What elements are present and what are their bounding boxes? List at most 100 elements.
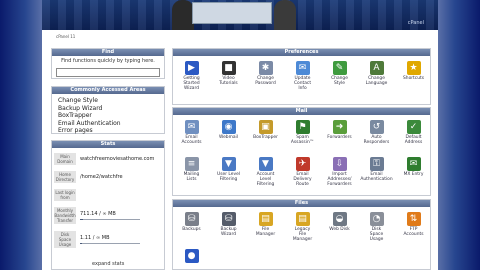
tile-autoresponder[interactable]: ↺ Auto Responders	[358, 120, 395, 145]
tile-file-manager[interactable]: ▤ File Manager	[247, 212, 284, 237]
mail-panel: Mail ✉ Email Accounts ◉ Webmail ▣ BoxTrapper ⚑…	[172, 107, 431, 196]
banner-figure-right	[274, 0, 296, 30]
tile-label: Shortcuts	[403, 76, 424, 81]
stats-title: Stats	[52, 141, 164, 148]
ftp-icon: ⇅	[406, 212, 421, 226]
tile-forwarders[interactable]: ➜ Forwarders	[321, 120, 358, 140]
banner-desk	[192, 2, 272, 24]
tile-star[interactable]: ★ Shortcuts	[395, 61, 432, 81]
stat-label: Last login from	[54, 189, 76, 201]
find-input[interactable]	[56, 68, 160, 77]
autoresponder-icon: ↺	[369, 120, 384, 134]
accessed-link-boxtrapper[interactable]: BoxTrapper	[58, 112, 158, 120]
import-icon: ⇩	[332, 157, 347, 171]
tile-label: Change Password	[255, 76, 276, 86]
account-filter-icon: ▼	[258, 157, 273, 171]
tile-label: Auto Responders	[363, 135, 390, 145]
header-banner: cPanel	[42, 0, 438, 30]
tile-label: Import Addresses/ Forwarders	[327, 172, 352, 187]
star-icon: ★	[406, 61, 421, 75]
tile-label: Email Delivery Route	[293, 172, 312, 187]
tile-backup-wizard[interactable]: ⛁ Backup Wizard	[210, 212, 247, 237]
accessed-link-email-authentication[interactable]: Email Authentication	[58, 120, 158, 128]
mailing-lists-icon: ≡	[184, 157, 199, 171]
accessed-link-error-pages[interactable]: Error pages	[58, 127, 158, 135]
find-panel-title: Find	[52, 49, 164, 56]
style-icon: ✎	[332, 61, 347, 75]
tile-account-filter[interactable]: ▼ Account Level Filtering	[247, 157, 284, 187]
files-title: Files	[173, 200, 430, 207]
default-address-icon: ✓	[406, 120, 421, 134]
tile-video[interactable]: ■ Video Tutorials	[210, 61, 247, 86]
tile-boxtrapper[interactable]: ▣ BoxTrapper	[247, 120, 284, 140]
top-navigation[interactable]: cPanel 11	[50, 31, 432, 41]
tile-disk-usage[interactable]: ◔ Disk Space Usage	[358, 212, 395, 242]
tile-style[interactable]: ✎ Change Style	[321, 61, 358, 86]
tile-label: User Level Filtering	[217, 172, 240, 182]
password-icon: ✱	[258, 61, 273, 75]
mail-title: Mail	[173, 108, 430, 115]
stat-label: Disk Space Usage	[54, 231, 76, 248]
tile-label: Getting Started Wizard	[183, 76, 200, 91]
legacy-file-manager-icon: ▤	[295, 212, 310, 226]
tile-backups[interactable]: ⛁ Backups	[173, 212, 210, 232]
tile-label: Legacy File Manager	[292, 227, 313, 242]
commonly-accessed-list: Change Style Backup Wizard BoxTrapper Em…	[52, 94, 164, 138]
tile-ftp[interactable]: ⇅ FTP Accounts	[395, 212, 432, 237]
commonly-accessed-title: Commonly Accessed Areas	[52, 87, 164, 94]
tile-label: FTP Accounts	[403, 227, 424, 237]
web-disk-icon: ◒	[332, 212, 347, 226]
tile-label: BoxTrapper	[253, 135, 278, 140]
tile-label: Backup Wizard	[220, 227, 237, 237]
tile-legacy-file-manager[interactable]: ▤ Legacy File Manager	[284, 212, 321, 242]
bandwidth-progress-bar	[80, 219, 140, 220]
stat-label: Main Domain	[54, 153, 76, 165]
tile-user-filter[interactable]: ▼ User Level Filtering	[210, 157, 247, 182]
tile-language[interactable]: A Change Language	[358, 61, 395, 86]
expand-stats-link[interactable]: expand stats	[92, 261, 124, 267]
tile-password[interactable]: ✱ Change Password	[247, 61, 284, 86]
tile-import[interactable]: ⇩ Import Addresses/ Forwarders	[321, 157, 358, 187]
right-background-bar	[438, 0, 480, 270]
tile-label: Change Language	[365, 76, 388, 86]
tile-default-address[interactable]: ✓ Default Address	[395, 120, 432, 145]
preferences-panel: Preferences ▶ Getting Started Wizard ■ Vide…	[172, 48, 431, 105]
tile-label: Spam Assassin™	[290, 135, 315, 145]
forwarders-icon: ➜	[332, 120, 347, 134]
tile-label: Email Authentication	[360, 172, 393, 182]
delivery-route-icon: ✈	[295, 157, 310, 171]
tile-label: File Manager	[255, 227, 276, 237]
tile-label: Disk Space Usage	[369, 227, 384, 242]
contact-icon: ✉	[295, 61, 310, 75]
disk-progress-fill	[80, 243, 82, 244]
tile-email-auth[interactable]: ⚿ Email Authentication	[358, 157, 395, 182]
tile-label: Default Address	[404, 135, 423, 145]
tile-mailing-lists[interactable]: ≡ Mailing Lists	[173, 157, 210, 182]
accessed-link-change-style[interactable]: Change Style	[58, 97, 158, 105]
banner-figure-left	[172, 0, 194, 30]
files-panel: Files ⛁ Backups ⛁ Backup Wizard ▤ File Manage…	[172, 199, 431, 270]
disk-usage-icon: ◔	[369, 212, 384, 226]
tile-spam[interactable]: ⚑ Spam Assassin™	[284, 120, 321, 145]
tile-web-disk[interactable]: ◒ Web Disk	[321, 212, 358, 232]
tile-label: Mailing Lists	[183, 172, 200, 182]
tile-contact[interactable]: ✉ Update Contact Info	[284, 61, 321, 91]
tile-label: Account Level Filtering	[256, 172, 275, 187]
stats-panel: Stats Main Domain watchfreemoviesathome.…	[51, 140, 165, 270]
tile-delivery-route[interactable]: ✈ Email Delivery Route	[284, 157, 321, 187]
tile-webmail[interactable]: ◉ Webmail	[210, 120, 247, 140]
tile-email-accounts[interactable]: ✉ Email Accounts	[173, 120, 210, 145]
tile-ftp-session[interactable]: ●	[173, 249, 210, 264]
disk-progress-bar	[80, 243, 140, 244]
tile-label: Backups	[182, 227, 201, 232]
commonly-accessed-panel: Commonly Accessed Areas Change Style Bac…	[51, 86, 165, 134]
stat-value: 711.14 / ∞ MB	[80, 211, 116, 217]
ftp-session-icon: ●	[184, 249, 199, 263]
boxtrapper-icon: ▣	[258, 120, 273, 134]
tile-wizard[interactable]: ▶ Getting Started Wizard	[173, 61, 210, 91]
tile-label: MX Entry	[403, 172, 424, 177]
tile-mx-entry[interactable]: ✉ MX Entry	[395, 157, 432, 177]
bandwidth-progress-fill	[80, 219, 83, 220]
accessed-link-backup-wizard[interactable]: Backup Wizard	[58, 105, 158, 113]
preferences-title: Preferences	[173, 49, 430, 56]
